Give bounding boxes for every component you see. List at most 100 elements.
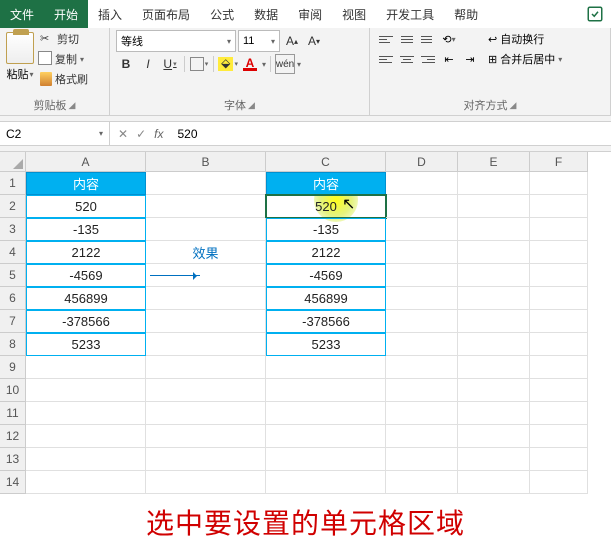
- cut-button[interactable]: ✂剪切: [38, 30, 90, 48]
- merge-center-button[interactable]: ⊞合并后居中▾: [486, 50, 564, 68]
- cell-E2[interactable]: [458, 195, 530, 218]
- cell-C2[interactable]: 520: [266, 195, 386, 218]
- font-size-combo[interactable]: 11▾: [238, 30, 280, 52]
- border-button[interactable]: ▾: [189, 54, 209, 74]
- cell-F5[interactable]: [530, 264, 588, 287]
- cell-D8[interactable]: [386, 333, 458, 356]
- tab-home[interactable]: 开始: [44, 0, 88, 28]
- align-top-button[interactable]: [376, 30, 396, 48]
- cell-D13[interactable]: [386, 448, 458, 471]
- cell-C8[interactable]: 5233: [266, 333, 386, 356]
- align-center-button[interactable]: [397, 50, 417, 68]
- share-button[interactable]: [579, 0, 611, 28]
- cell-B5[interactable]: [146, 264, 266, 287]
- cell-B6[interactable]: [146, 287, 266, 310]
- enter-formula-button[interactable]: ✓: [136, 127, 146, 141]
- cell-A13[interactable]: [26, 448, 146, 471]
- formula-input[interactable]: 520: [171, 122, 611, 145]
- cell-A7[interactable]: -378566: [26, 310, 146, 333]
- cell-A5[interactable]: -4569: [26, 264, 146, 287]
- select-all-corner[interactable]: [0, 152, 26, 172]
- tab-insert[interactable]: 插入: [88, 0, 132, 28]
- font-launcher[interactable]: ◢: [248, 100, 255, 111]
- italic-button[interactable]: I: [138, 54, 158, 74]
- cell-E1[interactable]: [458, 172, 530, 195]
- row-header-5[interactable]: 5: [0, 264, 26, 287]
- tab-help[interactable]: 帮助: [444, 0, 488, 28]
- cell-C14[interactable]: [266, 471, 386, 494]
- cell-A6[interactable]: 456899: [26, 287, 146, 310]
- cell-A4[interactable]: 2122: [26, 241, 146, 264]
- tab-page-layout[interactable]: 页面布局: [132, 0, 200, 28]
- cell-D7[interactable]: [386, 310, 458, 333]
- tab-file[interactable]: 文件: [0, 0, 44, 28]
- cell-F7[interactable]: [530, 310, 588, 333]
- tab-formulas[interactable]: 公式: [200, 0, 244, 28]
- cell-E6[interactable]: [458, 287, 530, 310]
- cell-B3[interactable]: [146, 218, 266, 241]
- align-bottom-button[interactable]: [418, 30, 438, 48]
- column-header-D[interactable]: D: [386, 152, 458, 172]
- copy-button[interactable]: 复制▾: [38, 50, 90, 68]
- cell-E5[interactable]: [458, 264, 530, 287]
- cell-A8[interactable]: 5233: [26, 333, 146, 356]
- tab-developer[interactable]: 开发工具: [376, 0, 444, 28]
- orientation-button[interactable]: ⟲▾: [439, 30, 459, 48]
- cell-C6[interactable]: 456899: [266, 287, 386, 310]
- cell-F9[interactable]: [530, 356, 588, 379]
- row-header-6[interactable]: 6: [0, 287, 26, 310]
- row-header-2[interactable]: 2: [0, 195, 26, 218]
- cell-B7[interactable]: [146, 310, 266, 333]
- cell-D14[interactable]: [386, 471, 458, 494]
- fill-color-button[interactable]: ⬙▾: [218, 54, 238, 74]
- cell-C11[interactable]: [266, 402, 386, 425]
- cell-F3[interactable]: [530, 218, 588, 241]
- increase-font-button[interactable]: A▴: [282, 31, 302, 51]
- cell-B14[interactable]: [146, 471, 266, 494]
- cell-A10[interactable]: [26, 379, 146, 402]
- underline-button[interactable]: U▾: [160, 54, 180, 74]
- cell-F14[interactable]: [530, 471, 588, 494]
- column-header-E[interactable]: E: [458, 152, 530, 172]
- row-header-9[interactable]: 9: [0, 356, 26, 379]
- cell-F12[interactable]: [530, 425, 588, 448]
- row-header-7[interactable]: 7: [0, 310, 26, 333]
- cell-D2[interactable]: [386, 195, 458, 218]
- cell-A9[interactable]: [26, 356, 146, 379]
- cell-B4[interactable]: 效果: [146, 241, 266, 264]
- cell-D9[interactable]: [386, 356, 458, 379]
- row-header-4[interactable]: 4: [0, 241, 26, 264]
- cell-E14[interactable]: [458, 471, 530, 494]
- decrease-indent-button[interactable]: ⇤: [439, 50, 459, 68]
- cell-D4[interactable]: [386, 241, 458, 264]
- cell-A3[interactable]: -135: [26, 218, 146, 241]
- row-header-3[interactable]: 3: [0, 218, 26, 241]
- cell-D12[interactable]: [386, 425, 458, 448]
- cell-F4[interactable]: [530, 241, 588, 264]
- cell-E4[interactable]: [458, 241, 530, 264]
- cell-C12[interactable]: [266, 425, 386, 448]
- tab-data[interactable]: 数据: [244, 0, 288, 28]
- cell-D10[interactable]: [386, 379, 458, 402]
- cell-E7[interactable]: [458, 310, 530, 333]
- cell-B10[interactable]: [146, 379, 266, 402]
- row-header-1[interactable]: 1: [0, 172, 26, 195]
- cell-C5[interactable]: -4569: [266, 264, 386, 287]
- cell-B8[interactable]: [146, 333, 266, 356]
- cell-F1[interactable]: [530, 172, 588, 195]
- cell-C9[interactable]: [266, 356, 386, 379]
- bold-button[interactable]: B: [116, 54, 136, 74]
- format-painter-button[interactable]: 格式刷: [38, 70, 90, 88]
- cell-B1[interactable]: [146, 172, 266, 195]
- row-header-11[interactable]: 11: [0, 402, 26, 425]
- wrap-text-button[interactable]: ↩自动换行: [486, 30, 564, 48]
- increase-indent-button[interactable]: ⇥: [460, 50, 480, 68]
- cell-F8[interactable]: [530, 333, 588, 356]
- cell-C13[interactable]: [266, 448, 386, 471]
- clipboard-launcher[interactable]: ◢: [69, 100, 76, 111]
- cell-E9[interactable]: [458, 356, 530, 379]
- cell-A14[interactable]: [26, 471, 146, 494]
- cell-B9[interactable]: [146, 356, 266, 379]
- row-header-13[interactable]: 13: [0, 448, 26, 471]
- cell-E10[interactable]: [458, 379, 530, 402]
